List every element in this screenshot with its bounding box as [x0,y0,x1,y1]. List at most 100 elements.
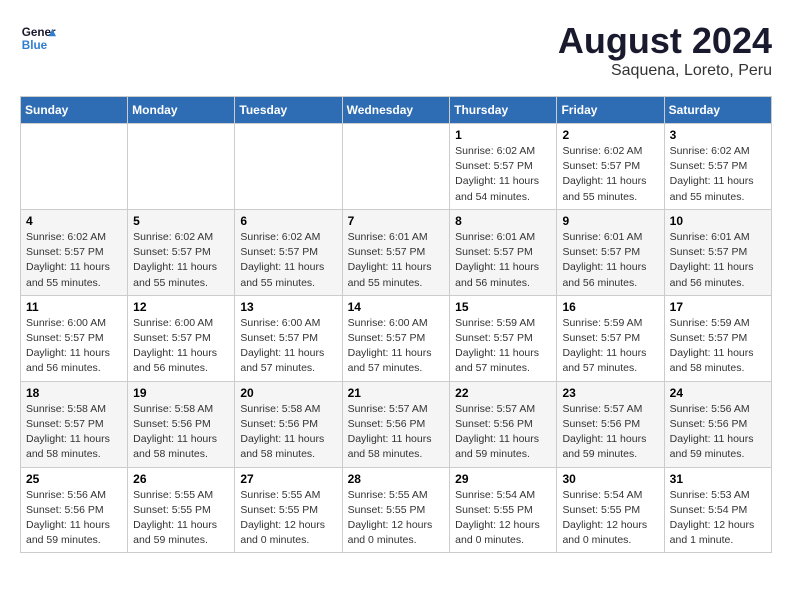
day-cell: 3Sunrise: 6:02 AMSunset: 5:57 PMDaylight… [664,124,771,210]
day-number: 16 [562,300,658,314]
calendar-table: SundayMondayTuesdayWednesdayThursdayFrid… [20,96,772,553]
day-number: 8 [455,214,551,228]
day-number: 29 [455,472,551,486]
day-info: Sunrise: 5:56 AMSunset: 5:56 PMDaylight:… [670,402,766,463]
day-cell [235,124,342,210]
day-number: 10 [670,214,766,228]
day-cell: 23 Sunrise: 5:57 AMSunset: 5:56 PMDayligh… [557,381,664,467]
day-info: Sunrise: 5:54 AMSunset: 5:55 PMDaylight:… [562,488,658,549]
day-number: 11 [26,300,122,314]
day-cell: 19 Sunrise: 5:58 AMSunset: 5:56 PMDayligh… [128,381,235,467]
day-number: 2 [562,128,658,142]
day-number: 9 [562,214,658,228]
day-info: Sunrise: 5:57 AMSunset: 5:56 PMDaylight:… [562,402,658,463]
day-info: Sunrise: 5:56 AMSunset: 5:56 PMDaylight:… [26,488,122,549]
day-info: Sunrise: 5:55 AMSunset: 5:55 PMDaylight:… [133,488,229,549]
day-info: Sunrise: 6:01 AMSunset: 5:57 PMDaylight:… [348,230,445,291]
day-number: 23 [562,386,658,400]
day-cell [128,124,235,210]
logo-icon: General Blue [20,20,56,56]
day-info: Sunrise: 6:02 AMSunset: 5:57 PMDaylight:… [455,144,551,205]
day-cell: 16 Sunrise: 5:59 AMSunset: 5:57 PMDayligh… [557,295,664,381]
weekday-header-sunday: Sunday [21,97,128,124]
title-block: August 2024 Saquena, Loreto, Peru [558,20,772,80]
day-number: 13 [240,300,336,314]
logo: General Blue [20,20,56,56]
day-cell: 4 Sunrise: 6:02 AMSunset: 5:57 PMDaylight… [21,209,128,295]
day-number: 14 [348,300,445,314]
weekday-header-saturday: Saturday [664,97,771,124]
day-cell: 25Sunrise: 5:56 AMSunset: 5:56 PMDayligh… [21,467,128,553]
day-info: Sunrise: 5:55 AMSunset: 5:55 PMDaylight:… [348,488,445,549]
day-info: Sunrise: 5:53 AMSunset: 5:54 PMDaylight:… [670,488,766,549]
day-cell: 11 Sunrise: 6:00 AMSunset: 5:57 PMDayligh… [21,295,128,381]
day-info: Sunrise: 5:58 AMSunset: 5:56 PMDaylight:… [240,402,336,463]
day-info: Sunrise: 5:55 AMSunset: 5:55 PMDaylight:… [240,488,336,549]
day-number: 12 [133,300,229,314]
day-info: Sunrise: 6:01 AMSunset: 5:57 PMDaylight:… [670,230,766,291]
day-number: 15 [455,300,551,314]
day-cell: 9 Sunrise: 6:01 AMSunset: 5:57 PMDaylight… [557,209,664,295]
day-number: 18 [26,386,122,400]
day-info: Sunrise: 6:02 AMSunset: 5:57 PMDaylight:… [133,230,229,291]
day-number: 20 [240,386,336,400]
day-info: Sunrise: 5:57 AMSunset: 5:56 PMDaylight:… [348,402,445,463]
day-cell: 12 Sunrise: 6:00 AMSunset: 5:57 PMDayligh… [128,295,235,381]
day-info: Sunrise: 6:00 AMSunset: 5:57 PMDaylight:… [26,316,122,377]
main-title: August 2024 [558,20,772,62]
day-cell: 7 Sunrise: 6:01 AMSunset: 5:57 PMDaylight… [342,209,450,295]
day-number: 1 [455,128,551,142]
day-cell: 31 Sunrise: 5:53 AMSunset: 5:54 PMDayligh… [664,467,771,553]
day-cell: 17 Sunrise: 5:59 AMSunset: 5:57 PMDayligh… [664,295,771,381]
weekday-header-monday: Monday [128,97,235,124]
day-number: 6 [240,214,336,228]
day-info: Sunrise: 5:57 AMSunset: 5:56 PMDaylight:… [455,402,551,463]
day-info: Sunrise: 5:54 AMSunset: 5:55 PMDaylight:… [455,488,551,549]
week-row-5: 25Sunrise: 5:56 AMSunset: 5:56 PMDayligh… [21,467,772,553]
day-info: Sunrise: 5:58 AMSunset: 5:56 PMDaylight:… [133,402,229,463]
subtitle: Saquena, Loreto, Peru [558,62,772,80]
weekday-header-thursday: Thursday [450,97,557,124]
day-cell: 13 Sunrise: 6:00 AMSunset: 5:57 PMDayligh… [235,295,342,381]
day-info: Sunrise: 6:01 AMSunset: 5:57 PMDaylight:… [455,230,551,291]
day-number: 7 [348,214,445,228]
day-cell: 5Sunrise: 6:02 AMSunset: 5:57 PMDaylight… [128,209,235,295]
svg-text:Blue: Blue [22,39,48,52]
day-cell: 24Sunrise: 5:56 AMSunset: 5:56 PMDayligh… [664,381,771,467]
day-number: 27 [240,472,336,486]
day-info: Sunrise: 6:02 AMSunset: 5:57 PMDaylight:… [562,144,658,205]
day-number: 17 [670,300,766,314]
weekday-header-tuesday: Tuesday [235,97,342,124]
page-header: General Blue August 2024 Saquena, Loreto… [20,20,772,80]
day-info: Sunrise: 6:00 AMSunset: 5:57 PMDaylight:… [133,316,229,377]
day-cell [342,124,450,210]
day-info: Sunrise: 5:58 AMSunset: 5:57 PMDaylight:… [26,402,122,463]
day-number: 21 [348,386,445,400]
day-cell: 21 Sunrise: 5:57 AMSunset: 5:56 PMDayligh… [342,381,450,467]
week-row-2: 4 Sunrise: 6:02 AMSunset: 5:57 PMDaylight… [21,209,772,295]
day-info: Sunrise: 6:00 AMSunset: 5:57 PMDaylight:… [240,316,336,377]
day-cell: 14 Sunrise: 6:00 AMSunset: 5:57 PMDayligh… [342,295,450,381]
day-number: 4 [26,214,122,228]
day-cell: 28 Sunrise: 5:55 AMSunset: 5:55 PMDayligh… [342,467,450,553]
day-info: Sunrise: 6:02 AMSunset: 5:57 PMDaylight:… [26,230,122,291]
day-cell: 26Sunrise: 5:55 AMSunset: 5:55 PMDayligh… [128,467,235,553]
day-number: 31 [670,472,766,486]
day-number: 28 [348,472,445,486]
day-info: Sunrise: 5:59 AMSunset: 5:57 PMDaylight:… [455,316,551,377]
day-cell: 15 Sunrise: 5:59 AMSunset: 5:57 PMDayligh… [450,295,557,381]
day-cell: 6 Sunrise: 6:02 AMSunset: 5:57 PMDaylight… [235,209,342,295]
day-cell: 22Sunrise: 5:57 AMSunset: 5:56 PMDayligh… [450,381,557,467]
day-cell: 29 Sunrise: 5:54 AMSunset: 5:55 PMDayligh… [450,467,557,553]
day-info: Sunrise: 6:01 AMSunset: 5:57 PMDaylight:… [562,230,658,291]
week-row-1: 1 Sunrise: 6:02 AMSunset: 5:57 PMDaylight… [21,124,772,210]
week-row-3: 11 Sunrise: 6:00 AMSunset: 5:57 PMDayligh… [21,295,772,381]
day-cell: 10 Sunrise: 6:01 AMSunset: 5:57 PMDayligh… [664,209,771,295]
day-number: 19 [133,386,229,400]
day-info: Sunrise: 5:59 AMSunset: 5:57 PMDaylight:… [670,316,766,377]
day-cell [21,124,128,210]
day-info: Sunrise: 6:02 AMSunset: 5:57 PMDaylight:… [240,230,336,291]
day-info: Sunrise: 6:00 AMSunset: 5:57 PMDaylight:… [348,316,445,377]
day-info: Sunrise: 5:59 AMSunset: 5:57 PMDaylight:… [562,316,658,377]
weekday-header-wednesday: Wednesday [342,97,450,124]
